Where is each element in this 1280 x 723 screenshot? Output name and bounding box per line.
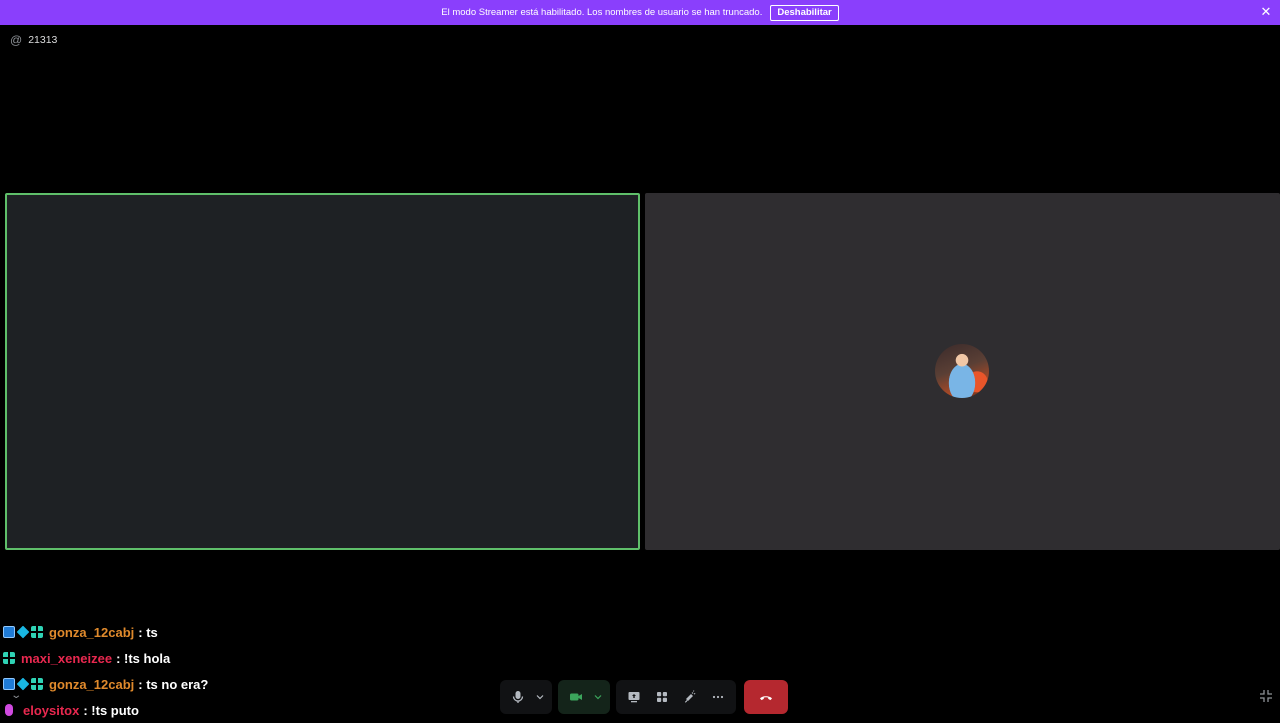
activities-icon [657, 692, 667, 702]
soundboard-button[interactable] [676, 683, 704, 711]
mic-badge-icon [5, 704, 13, 716]
chevron-down-icon[interactable]: ⌄ [10, 690, 22, 701]
channel-name: 21313 [28, 34, 58, 46]
voice-channel-header: @ 21313 [10, 32, 57, 48]
call-controls [500, 680, 788, 714]
chat-text: : !ts hola [116, 650, 171, 666]
hang-up-icon [760, 696, 772, 701]
chat-message: gonza_12cabj : ts [3, 619, 208, 645]
microphone-icon [512, 691, 524, 703]
more-options-button[interactable] [704, 683, 732, 711]
cube-badge-icon [16, 677, 30, 691]
chat-overlay: gonza_12cabj : ts maxi_xeneizee : !ts ho… [3, 619, 208, 723]
activities-button[interactable] [648, 683, 676, 711]
prime-badge-icon [3, 626, 15, 638]
screen-share-icon [628, 692, 640, 703]
camera-icon [570, 693, 582, 701]
chat-text: : ts [138, 624, 158, 640]
screen-share-button[interactable] [620, 683, 648, 711]
badge-group [3, 652, 17, 664]
microphone-options-button[interactable] [532, 683, 548, 711]
camera-button[interactable] [562, 683, 590, 711]
soundboard-icon [684, 690, 696, 703]
grid-badge-icon [3, 652, 15, 664]
chat-username[interactable]: gonza_12cabj [49, 677, 134, 692]
chat-message: gonza_12cabj : ts no era? [3, 671, 208, 697]
streamer-mode-message: El modo Streamer está habilitado. Los no… [441, 7, 763, 18]
grid-badge-icon [31, 626, 43, 638]
camera-control [558, 680, 610, 714]
badge-group [3, 704, 19, 716]
fullscreen-exit-icon[interactable] [1259, 689, 1273, 703]
chat-message: eloysitox : !ts puto [3, 697, 208, 723]
chat-message: maxi_xeneizee : !ts hola [3, 645, 208, 671]
chat-username[interactable]: maxi_xeneizee [21, 651, 112, 666]
badge-group [3, 677, 45, 691]
chat-username[interactable]: eloysitox [23, 703, 79, 718]
prime-badge-icon [3, 678, 15, 690]
disconnect-button[interactable] [744, 680, 788, 714]
chevron-down-icon [536, 695, 544, 700]
badge-group [3, 625, 45, 639]
at-icon: @ [10, 33, 23, 47]
disable-streamer-mode-button[interactable]: Deshabilitar [770, 4, 839, 21]
microphone-button[interactable] [504, 683, 532, 711]
streamer-mode-banner: El modo Streamer está habilitado. Los no… [0, 0, 1280, 25]
cube-badge-icon [16, 625, 30, 639]
stream-controls [616, 680, 736, 714]
camera-options-button[interactable] [590, 683, 606, 711]
participant-tile-speaking[interactable] [5, 193, 640, 550]
chevron-down-icon [594, 695, 602, 700]
chat-text: : !ts puto [83, 702, 139, 718]
close-icon[interactable]: ✕ [1259, 5, 1273, 19]
chat-username[interactable]: gonza_12cabj [49, 625, 134, 640]
more-icon [712, 695, 724, 699]
grid-badge-icon [31, 678, 43, 690]
microphone-control [500, 680, 552, 714]
chat-text: : ts no era? [138, 676, 209, 692]
avatar [935, 344, 989, 398]
participant-tile[interactable] [645, 193, 1280, 550]
